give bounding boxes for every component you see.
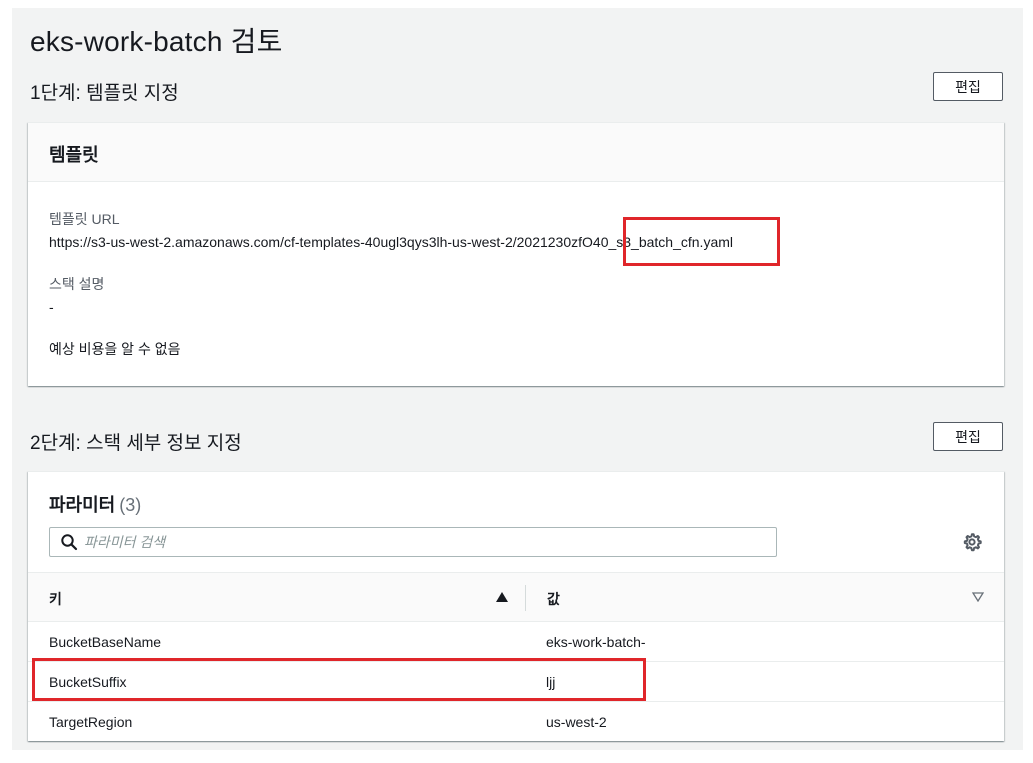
stack-description-label: 스택 설명 <box>49 276 105 292</box>
cost-estimate-note: 예상 비용을 알 수 없음 <box>49 341 181 357</box>
parameters-panel-title: 파라미터 (3) <box>49 491 141 517</box>
sort-descending-icon[interactable] <box>972 592 984 602</box>
template-url-value: https://s3-us-west-2.amazonaws.com/cf-te… <box>49 234 733 250</box>
table-row: BucketBaseName eks-work-batch- <box>28 622 1004 662</box>
template-url-label: 템플릿 URL <box>49 211 120 227</box>
parameter-value: us-west-2 <box>546 714 607 730</box>
page-title: eks-work-batch 검토 <box>30 26 283 57</box>
parameters-panel: 파라미터(3) 키 값 BucketBaseName eks-work-batc… <box>28 471 1004 741</box>
parameters-title-text: 파라미터 <box>49 495 116 515</box>
template-panel-header: 템플릿 <box>28 123 1004 182</box>
step1-edit-button[interactable]: 편집 <box>933 72 1003 101</box>
step2-heading: 2단계: 스택 세부 정보 지정 <box>30 433 242 454</box>
parameter-search-input[interactable] <box>84 534 764 550</box>
parameter-search-box[interactable] <box>49 527 777 557</box>
parameters-count: (3) <box>119 495 142 515</box>
parameter-key: TargetRegion <box>49 714 133 730</box>
parameters-table-header: 키 값 <box>28 572 1004 622</box>
column-header-key[interactable]: 키 <box>49 589 62 609</box>
table-row: TargetRegion us-west-2 <box>28 702 1004 742</box>
parameter-value: eks-work-batch- <box>546 634 646 650</box>
column-header-value[interactable]: 값 <box>547 589 560 609</box>
template-panel-title: 템플릿 <box>49 145 99 165</box>
parameter-key: BucketSuffix <box>49 674 127 690</box>
sort-ascending-icon[interactable] <box>496 592 508 602</box>
parameter-value: ljj <box>546 674 556 690</box>
search-icon <box>61 534 78 551</box>
gear-icon[interactable] <box>962 532 982 552</box>
step1-heading: 1단계: 템플릿 지정 <box>30 83 179 104</box>
stack-description-value: - <box>49 299 54 315</box>
template-panel: 템플릿 템플릿 URL https://s3-us-west-2.amazona… <box>28 122 1004 386</box>
parameter-key: BucketBaseName <box>49 634 162 650</box>
step2-edit-button[interactable]: 편집 <box>933 422 1003 451</box>
column-divider[interactable] <box>525 585 526 611</box>
table-row: BucketSuffix ljj <box>28 662 1004 702</box>
